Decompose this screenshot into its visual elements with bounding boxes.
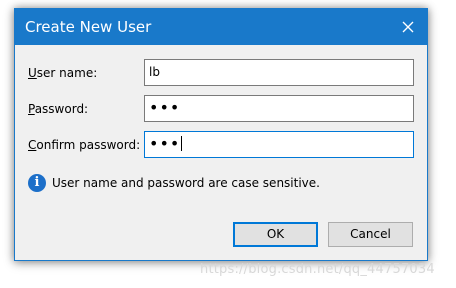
password-value: •••: [149, 98, 181, 117]
text-caret: [181, 136, 183, 151]
title-bar[interactable]: Create New User: [15, 9, 427, 45]
username-label: User name:: [28, 66, 98, 80]
info-text: User name and password are case sensitiv…: [52, 176, 320, 190]
username-field[interactable]: lb: [144, 59, 414, 86]
close-button[interactable]: [389, 9, 427, 45]
confirm-password-label: Confirm password:: [28, 138, 141, 152]
password-field[interactable]: •••: [144, 95, 414, 122]
confirm-password-value: •••: [149, 134, 181, 153]
username-value: lb: [149, 65, 160, 79]
confirm-password-field[interactable]: •••: [144, 131, 414, 158]
dialog-title: Create New User: [25, 18, 152, 36]
info-message: i User name and password are case sensit…: [28, 173, 320, 193]
cancel-button[interactable]: Cancel: [328, 222, 413, 247]
close-icon: [402, 21, 414, 33]
watermark-text: https://blog.csdn.net/qq_44757034: [200, 262, 435, 277]
password-label: Password:: [28, 102, 89, 116]
create-user-dialog: Create New User User name: lb Password: …: [14, 8, 428, 261]
ok-button[interactable]: OK: [233, 222, 318, 247]
info-icon: i: [28, 174, 46, 192]
